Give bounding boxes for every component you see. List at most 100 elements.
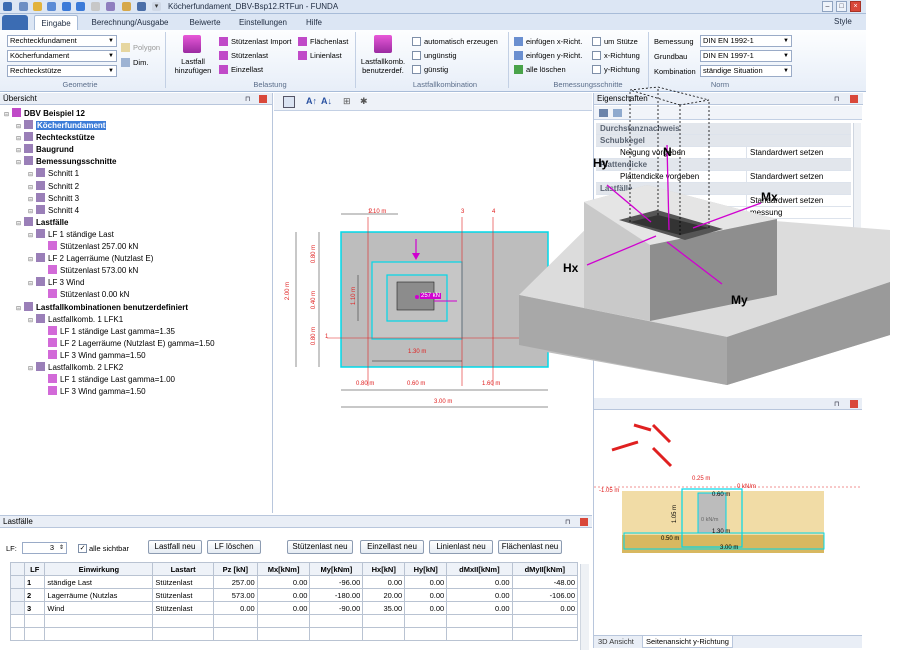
tree-item[interactable]: LF 1 ständige Last gamma=1.00 xyxy=(4,374,269,386)
table-row[interactable]: 1 ständige Last Stützenlast 257.00 0.00 -96.0… xyxy=(10,575,578,589)
table-cell[interactable]: 0.00 xyxy=(256,601,311,615)
tab-einstellungen[interactable]: Einstellungen xyxy=(234,15,292,30)
expander-icon[interactable]: ⊟ xyxy=(16,147,24,154)
tree-item[interactable]: ⊟ Lastfallkomb. 2 LFK2 xyxy=(4,361,269,374)
close-pane-icon[interactable] xyxy=(259,95,267,103)
tree-item[interactable]: ⊟ LF 1 ständige Last xyxy=(4,228,269,241)
expander-icon[interactable]: ⊟ xyxy=(16,220,24,227)
column-header[interactable]: LF xyxy=(23,562,46,576)
lf-loeschen-button[interactable]: LF löschen xyxy=(207,540,261,554)
tree-item[interactable]: ⊟ Bemessungsschnitte xyxy=(4,156,269,168)
table-cell[interactable]: 0.00 xyxy=(511,601,578,615)
expander-icon[interactable]: ⊟ xyxy=(16,123,24,130)
column-header[interactable]: Mx[kNm] xyxy=(256,562,311,576)
tree-item[interactable]: Stützenlast 573.00 kN xyxy=(4,265,269,277)
row-header[interactable] xyxy=(10,601,25,615)
grid-icon[interactable]: ⊞ xyxy=(343,96,351,107)
tree-item[interactable]: ⊟ Lastfallkomb. 1 LFK1 xyxy=(4,313,269,326)
tree-item[interactable]: Stützenlast 0.00 kN xyxy=(4,289,269,301)
settings-icon[interactable]: ✱ xyxy=(360,96,368,107)
table-cell[interactable]: -106.00 xyxy=(511,588,578,602)
grundbau-combo[interactable]: DIN EN 1997-1 ▼ xyxy=(700,50,792,62)
lastfall-hinzufuegen-button[interactable]: Lastfall hinzufügen xyxy=(171,57,215,75)
column-header[interactable]: Lastart xyxy=(152,562,214,576)
tree-item[interactable]: LF 3 Wind gamma=1.50 xyxy=(4,349,269,362)
lf-spinner[interactable]: 3 ⇕ xyxy=(22,542,67,554)
expander-icon[interactable]: ⊟ xyxy=(28,184,36,191)
customize-icon[interactable]: ▾ xyxy=(152,2,161,11)
expander-icon[interactable]: ⊟ xyxy=(28,196,36,203)
expander-icon[interactable]: ⊟ xyxy=(28,171,36,178)
column-header[interactable]: Hx[kN] xyxy=(362,562,406,576)
open-icon[interactable] xyxy=(33,2,42,11)
einfuegen-y-button[interactable]: einfügen y-Richt. xyxy=(526,51,582,60)
table-cell[interactable]: 257.00 xyxy=(212,575,258,589)
table-cell[interactable]: Stützenlast xyxy=(152,575,214,589)
save-icon[interactable] xyxy=(47,2,56,11)
table-cell[interactable]: 20.00 xyxy=(362,588,406,602)
table-cell[interactable]: 0.00 xyxy=(404,588,448,602)
close-button[interactable]: × xyxy=(850,1,861,12)
stuetzenlast-neu-button[interactable]: Stützenlast neu xyxy=(287,540,353,554)
table-cell[interactable]: 3 xyxy=(23,601,46,615)
x-richtung-checkbox[interactable] xyxy=(592,51,601,60)
column-type-combo[interactable]: Rechteckstütze ▼ xyxy=(7,65,117,77)
table-cell[interactable]: Stützenlast xyxy=(152,588,214,602)
tree-item[interactable]: Stützenlast 257.00 kN xyxy=(4,241,269,253)
table-cell[interactable]: Wind xyxy=(44,601,154,615)
polygon-button[interactable]: Polygon xyxy=(133,43,160,52)
tree-item[interactable]: ⊟ Schnitt 1 xyxy=(4,168,269,180)
expander-icon[interactable]: ⊟ xyxy=(28,208,36,215)
table-cell[interactable]: 2 xyxy=(23,588,46,602)
table-cell[interactable]: 0.00 xyxy=(212,601,258,615)
einzellast-button[interactable]: Einzellast xyxy=(231,65,263,74)
expander-icon[interactable]: ⊟ xyxy=(16,135,24,142)
foundation-type-combo[interactable]: Köcherfundament ▼ xyxy=(7,50,117,62)
expander-icon[interactable]: ⊟ xyxy=(28,232,36,239)
table-cell[interactable]: 0.00 xyxy=(256,588,311,602)
style-menu[interactable]: Style xyxy=(834,17,852,26)
linienlast-neu-button[interactable]: Linienlast neu xyxy=(429,540,493,554)
table-cell[interactable]: 1 xyxy=(23,575,46,589)
einzellast-neu-button[interactable]: Einzellast neu xyxy=(360,540,424,554)
tree-item[interactable]: ⊟ Lastfälle xyxy=(4,216,269,229)
pin-icon[interactable]: ⊓ xyxy=(565,518,570,526)
einfuegen-x-button[interactable]: einfügen x-Richt. xyxy=(526,37,582,46)
column-header[interactable]: dMxII[kNm] xyxy=(446,562,513,576)
table-scrollbar[interactable] xyxy=(580,564,589,650)
tab-3d-view[interactable]: 3D Ansicht xyxy=(598,637,634,646)
lastfall-neu-button[interactable]: Lastfall neu xyxy=(148,540,202,554)
expander-icon[interactable]: ⊟ xyxy=(28,256,36,263)
font-smaller-icon[interactable]: A↓ xyxy=(321,96,332,106)
tree-item[interactable]: ⊟ DBV Beispiel 12 xyxy=(4,108,269,120)
print-icon[interactable] xyxy=(91,2,100,11)
tree-item[interactable]: ⊟ LF 2 Lagerräume (Nutzlast E) xyxy=(4,253,269,265)
tab-berechnung[interactable]: Berechnung/Ausgabe xyxy=(84,15,176,30)
tree-item[interactable]: ⊟ Schnitt 2 xyxy=(4,180,269,193)
table-cell[interactable]: -48.00 xyxy=(511,575,578,589)
linienlast-button[interactable]: Linienlast xyxy=(310,51,342,60)
tree-item[interactable]: LF 3 Wind gamma=1.50 xyxy=(4,386,269,398)
tab-side-view-y[interactable]: Seitenansicht y-Richtung xyxy=(642,636,733,648)
minimize-button[interactable]: – xyxy=(822,1,833,12)
bemessung-combo[interactable]: DIN EN 1992-1 ▼ xyxy=(700,35,792,47)
expander-icon[interactable]: ⊟ xyxy=(28,280,36,287)
row-header[interactable] xyxy=(10,588,25,602)
table-cell[interactable]: 0.00 xyxy=(446,575,513,589)
tree-item[interactable]: ⊟ Lastfallkombinationen benutzerdefiniert xyxy=(4,301,269,314)
table-cell[interactable]: 0.00 xyxy=(256,575,311,589)
tree-item[interactable]: LF 2 Lagerräume (Nutzlast E) gamma=1.50 xyxy=(4,337,269,350)
um-stuetze-checkbox[interactable] xyxy=(592,37,601,46)
shield-icon[interactable] xyxy=(137,2,146,11)
expander-icon[interactable]: ⊟ xyxy=(16,159,24,166)
table-cell[interactable]: 0.00 xyxy=(404,601,448,615)
expander-icon[interactable]: ⊟ xyxy=(4,111,12,118)
maximize-button[interactable]: □ xyxy=(836,1,847,12)
column-header[interactable]: Pz [kN] xyxy=(212,562,258,576)
table-row[interactable]: 2 Lagerräume (Nutzlas Stützenlast 573.00 0.0… xyxy=(10,588,578,602)
lastfallkomb-benutzerdef-button[interactable]: Lastfallkomb. benutzerdef. xyxy=(359,57,407,75)
kombination-combo[interactable]: ständige Situation ▼ xyxy=(700,65,792,77)
stuetzenlast-import-button[interactable]: Stützenlast Import xyxy=(231,37,291,46)
expander-icon[interactable]: ⊟ xyxy=(16,305,24,312)
table-cell[interactable]: 0.00 xyxy=(446,601,513,615)
